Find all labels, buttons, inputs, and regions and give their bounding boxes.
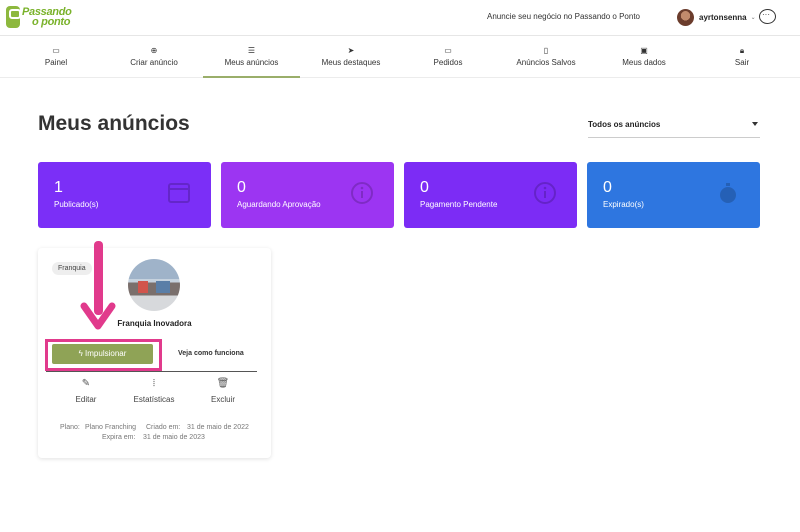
- announce-link[interactable]: Anuncie seu negócio no Passando o Ponto: [487, 12, 640, 21]
- stat-label: Pagamento Pendente: [420, 200, 498, 209]
- pencil-icon: ✎: [81, 378, 91, 389]
- logo-text: Passando o ponto: [22, 6, 72, 28]
- logo-mark-icon: [6, 6, 21, 28]
- status-filter-select[interactable]: Todos os anúncios: [588, 114, 760, 138]
- id-card-icon: ▣: [640, 46, 648, 55]
- expires-label: Expira em:: [102, 434, 136, 441]
- nav-item-meus-anuncios[interactable]: ☰ Meus anúncios: [203, 37, 300, 78]
- bookmark-icon: ▯: [543, 46, 549, 55]
- avatar: [677, 9, 694, 26]
- stat-label: Expirado(s): [603, 200, 644, 209]
- edit-button[interactable]: ✎ Editar: [74, 378, 98, 404]
- nav-item-criar-anuncio[interactable]: ⊕ Criar anúncio: [118, 37, 190, 78]
- annotation-arrow-down-icon: [80, 302, 116, 330]
- stat-card-expired[interactable]: 0 Expirado(s): [587, 162, 760, 228]
- listing-name[interactable]: Franquia Inovadora: [38, 319, 271, 328]
- plan-value: Plano Franching: [85, 424, 136, 431]
- nav-item-meus-dados[interactable]: ▣ Meus dados: [612, 37, 676, 78]
- info-icon: [351, 182, 373, 204]
- browser-icon: [168, 183, 190, 203]
- stat-count: 0: [237, 179, 246, 196]
- stat-count: 1: [54, 179, 63, 196]
- expires-value: 31 de maio de 2023: [143, 434, 205, 441]
- laptop-icon: ▭: [52, 46, 60, 55]
- stat-card-published[interactable]: 1 Publicado(s): [38, 162, 211, 228]
- nav-item-anuncios-salvos[interactable]: ▯ Anúncios Salvos: [510, 37, 582, 78]
- main-nav: ▭ Painel ⊕ Criar anúncio ☰ Meus anúncios…: [0, 37, 800, 78]
- username: ayrtonsenna: [699, 13, 747, 22]
- page-title: Meus anúncios: [38, 112, 190, 135]
- plus-circle-icon: ⊕: [150, 46, 158, 55]
- lock-icon: 🔒︎: [739, 46, 745, 55]
- sound-wave-icon: ⦙: [152, 378, 156, 389]
- statistics-button[interactable]: ⦙ Estatísticas: [132, 378, 176, 404]
- brand-logo[interactable]: Passando o ponto: [6, 6, 72, 28]
- created-value: 31 de maio de 2022: [187, 424, 249, 431]
- filter-value: Todos os anúncios: [588, 120, 661, 129]
- stat-count: 0: [603, 179, 612, 196]
- stat-count: 0: [420, 179, 429, 196]
- delete-button[interactable]: 🗑︎ Excluir: [209, 378, 237, 404]
- nav-item-meus-destaques[interactable]: ➤ Meus destaques: [315, 37, 387, 78]
- chevron-down-icon: ⌄: [750, 15, 756, 21]
- nav-item-pedidos[interactable]: ▭ Pedidos: [415, 37, 481, 78]
- annotation-highlight-box: [45, 339, 162, 371]
- how-it-works-link[interactable]: Veja como funciona: [178, 350, 244, 357]
- stat-card-awaiting-approval[interactable]: 0 Aguardando Aprovação: [221, 162, 394, 228]
- plan-label: Plano:: [60, 424, 80, 431]
- rocket-icon: ➤: [347, 46, 355, 55]
- nav-item-painel[interactable]: ▭ Painel: [22, 37, 90, 78]
- user-menu[interactable]: ayrtonsenna ⌄: [677, 9, 756, 26]
- info-icon: [534, 182, 556, 204]
- chat-bubble-icon[interactable]: [759, 9, 776, 24]
- stat-label: Publicado(s): [54, 200, 99, 209]
- listing-thumbnail[interactable]: [128, 259, 180, 311]
- stopwatch-icon: [720, 183, 736, 203]
- trash-icon: 🗑︎: [216, 378, 230, 389]
- nav-item-sair[interactable]: 🔒︎ Sair: [722, 37, 762, 78]
- category-chip: Franquia: [52, 262, 92, 275]
- caret-down-icon: [752, 122, 758, 126]
- monitor-icon: ▭: [444, 46, 452, 55]
- top-bar: Passando o ponto Anuncie seu negócio no …: [0, 0, 800, 36]
- stat-card-payment-pending[interactable]: 0 Pagamento Pendente: [404, 162, 577, 228]
- created-label: Criado em:: [146, 424, 181, 431]
- stat-label: Aguardando Aprovação: [237, 200, 321, 209]
- list-icon: ☰: [247, 46, 256, 55]
